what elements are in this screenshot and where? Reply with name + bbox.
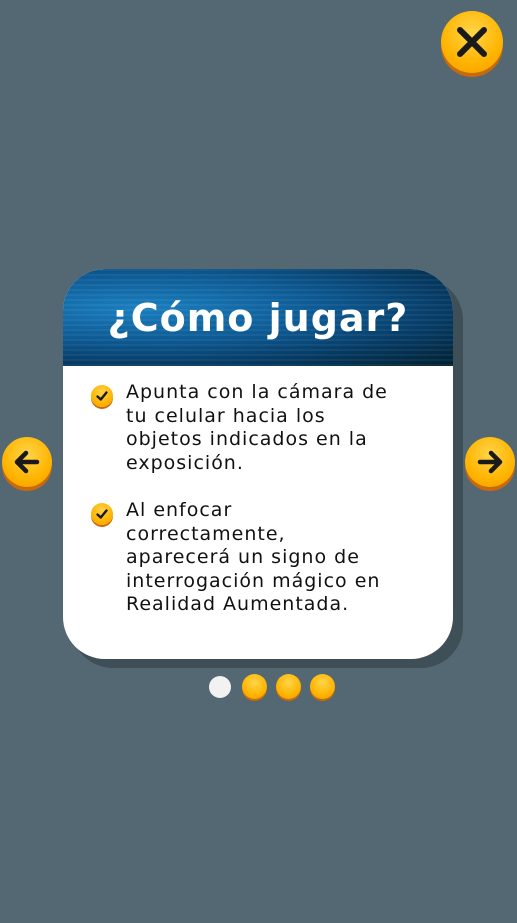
page-dot-active[interactable]: [209, 676, 231, 698]
next-page-button[interactable]: [465, 437, 515, 487]
previous-page-button[interactable]: [2, 437, 52, 487]
dialog-header: ¿Cómo jugar?: [63, 269, 453, 366]
close-icon: [457, 27, 487, 57]
page-dot[interactable]: [276, 674, 301, 699]
close-button[interactable]: [441, 11, 503, 73]
check-icon: [91, 503, 113, 525]
dialog-title: ¿Cómo jugar?: [107, 295, 409, 340]
instruction-text: Apunta con la cámara de tu celular hacia…: [126, 381, 388, 474]
arrow-left-icon: [14, 450, 40, 474]
instruction-text: Al enfocar correctamente, aparecerá un s…: [126, 499, 381, 615]
page-dot[interactable]: [310, 674, 335, 699]
arrow-right-icon: [477, 450, 503, 474]
check-icon: [91, 385, 113, 407]
how-to-play-dialog: ¿Cómo jugar? Apunta con la cámara de tu …: [63, 269, 453, 659]
page-dot[interactable]: [242, 674, 267, 699]
